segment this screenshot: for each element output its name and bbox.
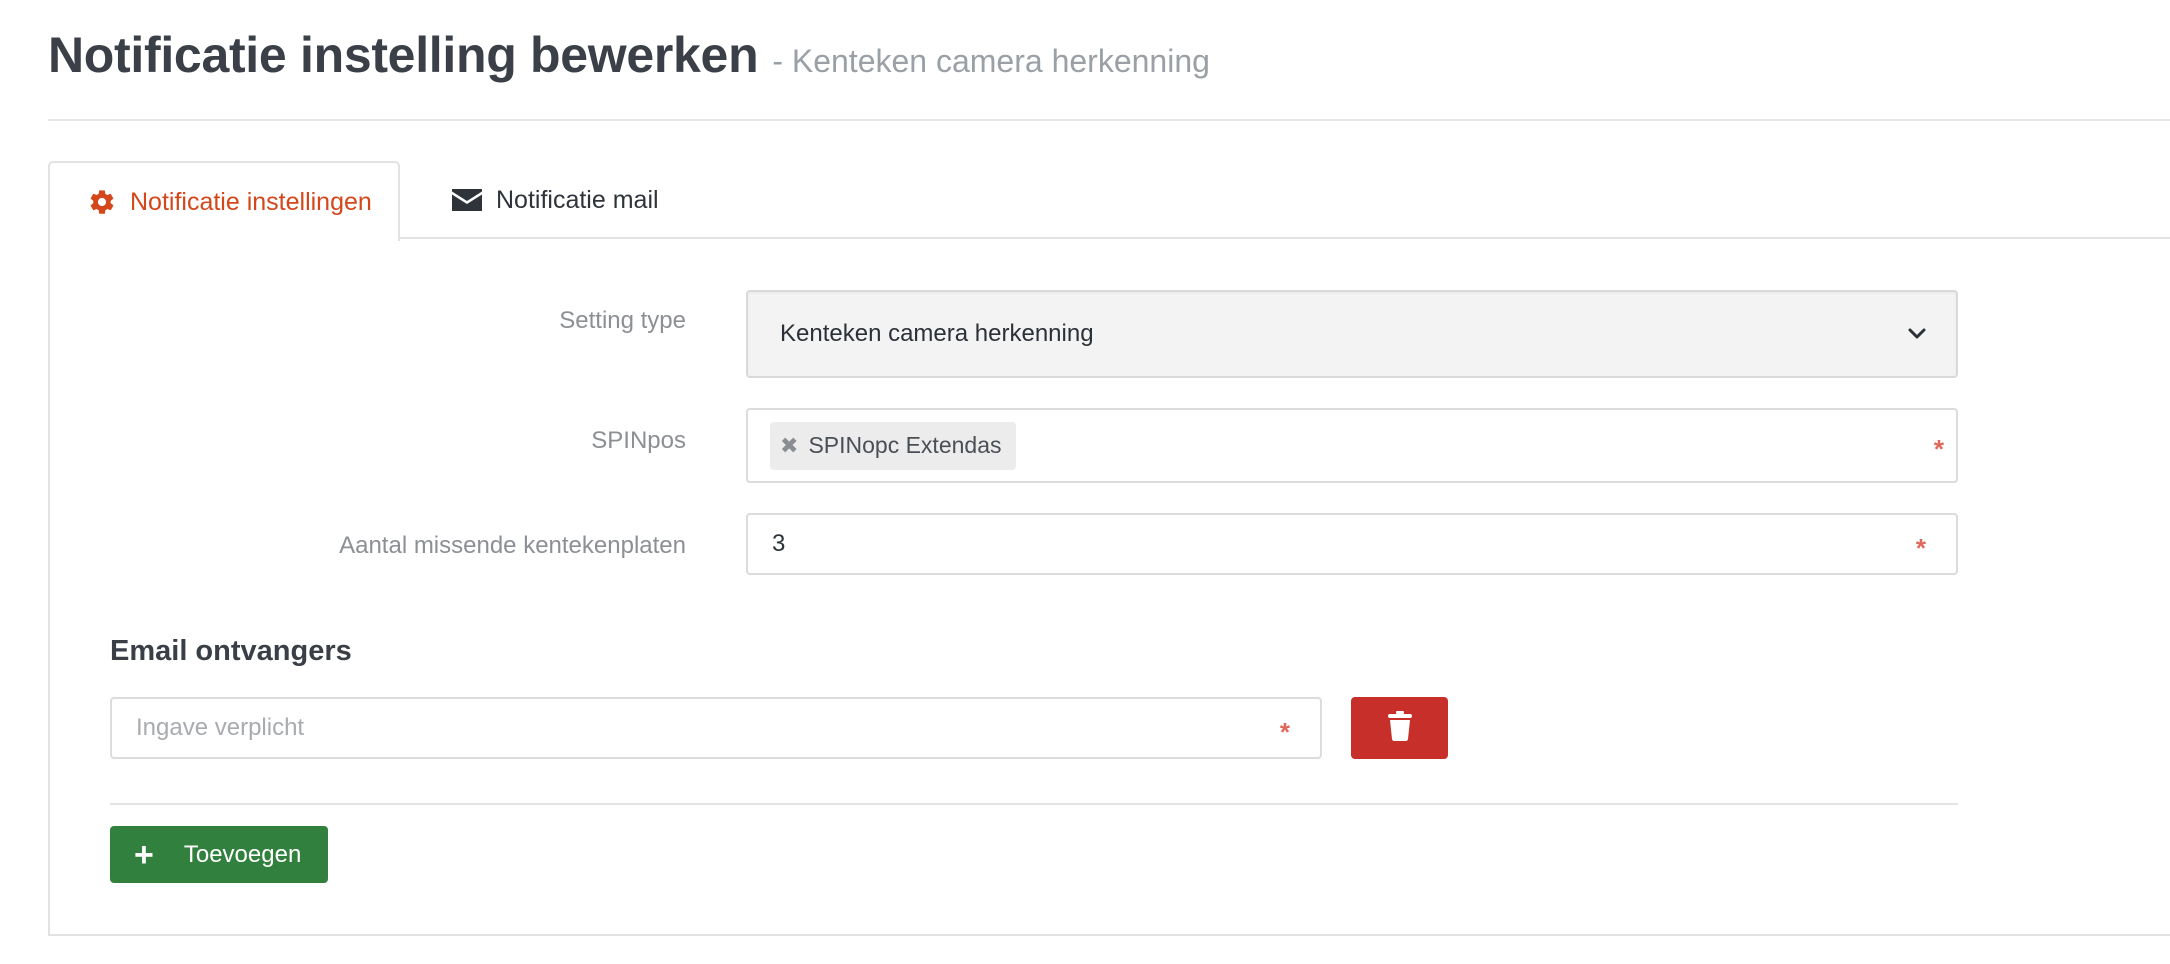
spinpos-tag-label: SPINopc Extendas — [808, 432, 1002, 458]
page: Notificatie instelling bewerken - Kentek… — [0, 0, 2170, 964]
email-recipient-placeholder: Ingave verplicht — [136, 714, 305, 741]
setting-type-label: Setting type — [559, 307, 686, 334]
spinpos-tag: ✖ SPINopc Extendas — [770, 421, 1016, 470]
plus-icon: + — [134, 835, 154, 874]
delete-recipient-button[interactable] — [1351, 697, 1448, 759]
add-recipient-button[interactable]: + Toevoegen — [110, 826, 328, 883]
remove-tag-icon[interactable]: ✖ — [780, 433, 798, 459]
email-recipients-title: Email ontvangers — [110, 635, 352, 667]
add-button-label: Toevoegen — [183, 840, 302, 868]
envelope-icon — [452, 189, 482, 211]
tab-notificatie-mail[interactable]: Notificatie mail — [452, 161, 659, 239]
setting-type-value: Kenteken camera herkenning — [780, 320, 1094, 347]
missing-plates-input[interactable]: 3 * — [746, 513, 1958, 575]
tab-notificatie-instellingen[interactable]: Notificatie instellingen — [48, 161, 400, 241]
required-star: * — [1915, 533, 1926, 563]
page-header: Notificatie instelling bewerken - Kentek… — [48, 26, 1210, 84]
header-divider — [48, 119, 2170, 121]
tab-label: Notificatie mail — [496, 185, 659, 214]
spinpos-multiselect[interactable]: ✖ SPINopc Extendas * — [746, 408, 1958, 483]
tab-label: Notificatie instellingen — [130, 187, 372, 216]
page-subtitle: - Kenteken camera herkenning — [772, 43, 1210, 79]
required-star: * — [1279, 717, 1290, 747]
spinpos-label: SPINpos — [591, 427, 686, 454]
section-divider — [110, 803, 1958, 805]
gear-icon — [88, 188, 116, 216]
page-title: Notificatie instelling bewerken — [48, 27, 759, 83]
missing-plates-value: 3 — [772, 530, 786, 557]
email-recipient-input[interactable]: Ingave verplicht * — [110, 697, 1322, 759]
chevron-down-icon — [1908, 328, 1926, 340]
missing-plates-label: Aantal missende kentekenplaten — [339, 532, 686, 559]
trash-icon — [1387, 710, 1413, 746]
setting-type-select[interactable]: Kenteken camera herkenning — [746, 290, 1958, 378]
required-star: * — [1933, 434, 1944, 464]
tab-bar: Notificatie instellingen Notificatie mai… — [48, 161, 2170, 241]
